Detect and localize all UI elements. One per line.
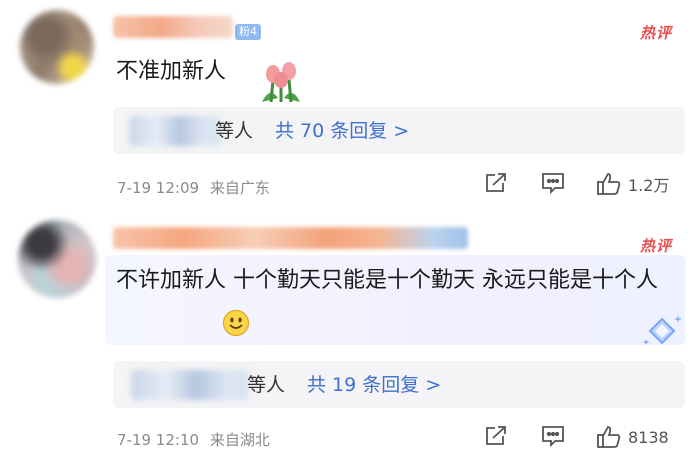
comment-text: 不许加新人 十个勤天只能是十个勤天 永远只能是十个人	[116, 265, 671, 297]
reply-users-blurred	[131, 370, 249, 400]
replies-summary[interactable]: 等人 共 19 条回复 >	[113, 361, 685, 408]
like-button[interactable]: 1.2万	[596, 172, 669, 196]
share-button[interactable]	[484, 425, 508, 447]
comment-location: 来自湖北	[209, 431, 270, 449]
reply-users-blurred	[129, 116, 221, 146]
share-icon	[486, 173, 506, 192]
like-button[interactable]: 8138	[596, 425, 669, 449]
comment-icon	[542, 173, 564, 194]
reply-others-label: 等人	[247, 374, 286, 396]
reply-others-label: 等人	[215, 120, 254, 142]
replies-summary[interactable]: 等人 共 70 条回复 >	[113, 107, 685, 154]
share-icon	[486, 426, 506, 445]
fan-level-badge: 粉4	[235, 24, 261, 40]
comment-item: 热评 不许加新人 十个勤天只能是十个勤天 永远只能是十个人 等人 共 19 条回…	[0, 215, 700, 462]
thumbs-up-icon	[597, 173, 621, 195]
comment-meta: 7-19 12:09 来自广东	[117, 177, 270, 198]
hot-comment-tag: 热评	[639, 237, 672, 255]
reply-count-link[interactable]: 共 19 条回复 >	[307, 372, 441, 398]
reply-button[interactable]	[541, 172, 565, 194]
avatar[interactable]	[20, 10, 94, 84]
comment-text: 不准加新人	[116, 56, 226, 88]
comment-time: 7-19 12:10	[117, 431, 200, 449]
comment-time: 7-19 12:09	[117, 179, 200, 197]
avatar[interactable]	[18, 220, 96, 298]
tulip-emoji-icon	[262, 62, 300, 103]
username-blurred[interactable]	[113, 16, 233, 38]
like-count: 8138	[628, 427, 669, 447]
thumbs-up-icon	[597, 426, 621, 448]
comment-meta: 7-19 12:10 来自湖北	[117, 429, 270, 450]
hot-comment-tag: 热评	[639, 24, 672, 42]
reply-button[interactable]	[541, 425, 565, 447]
share-button[interactable]	[484, 172, 508, 194]
smiley-emoji-icon	[222, 309, 250, 337]
username-blurred[interactable]	[113, 227, 468, 249]
sparkle-diamond-icon	[643, 315, 682, 345]
comment-icon	[542, 426, 564, 447]
comment-text-content: 不准加新人	[116, 59, 227, 84]
comment-item: 粉4 热评 不准加新人 等人 共 70 条回复 > 7-19 12:09 来自广…	[0, 0, 700, 215]
comment-location: 来自广东	[209, 179, 270, 197]
like-count: 1.2万	[628, 176, 670, 195]
comment-text-content: 不许加新人 十个勤天只能是十个勤天 永远只能是十个人	[116, 268, 658, 293]
reply-count-link[interactable]: 共 70 条回复 >	[275, 118, 409, 144]
